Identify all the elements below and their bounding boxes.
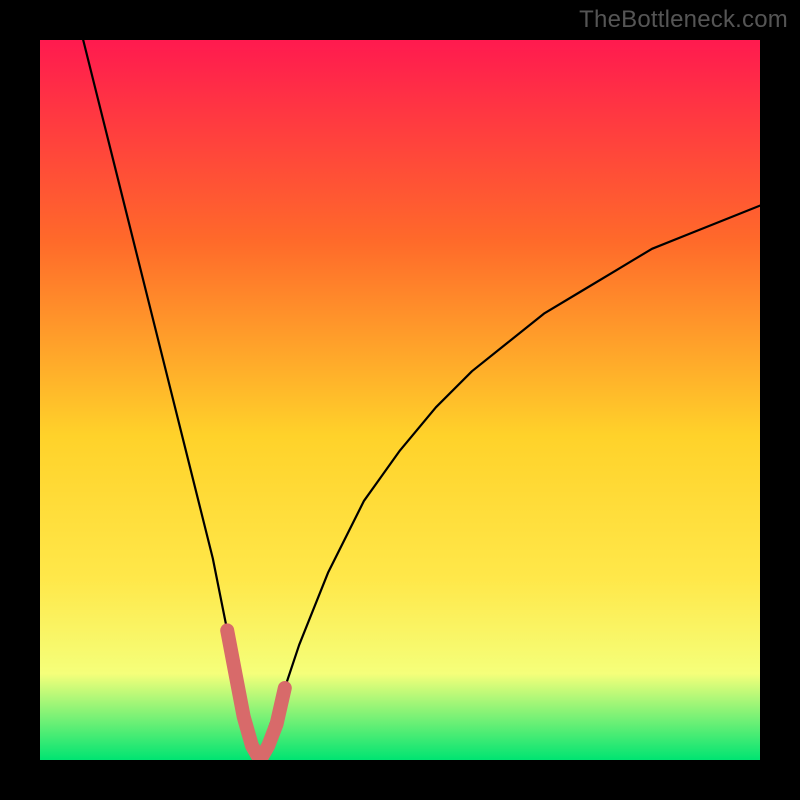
gradient-background [40,40,760,760]
plot-svg [40,40,760,760]
plot-area [40,40,760,760]
chart-frame: TheBottleneck.com [0,0,800,800]
watermark-text: TheBottleneck.com [579,6,788,34]
